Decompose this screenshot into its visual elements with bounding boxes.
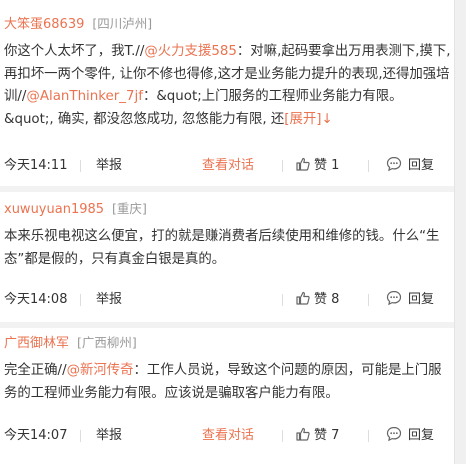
comment-header: 大笨蛋68639 四川泸州 xyxy=(4,15,152,34)
like-count: 赞 1 xyxy=(314,158,340,173)
comment-actions: 今天14:11 举报 查看对话 赞 1 回复 xyxy=(0,155,455,177)
thumbs-up-icon xyxy=(296,291,310,305)
like-button[interactable]: 赞 8 xyxy=(296,289,339,311)
comment-text: 本来乐视电视这么便宜，打的就是赚消费者后续使用和维修的钱。什么“生态”都是假的，… xyxy=(4,229,440,267)
chat-bubble-icon xyxy=(386,156,402,172)
like-button[interactable]: 赞 1 xyxy=(296,155,339,177)
like-count: 赞 7 xyxy=(314,428,340,443)
divider xyxy=(80,160,81,172)
mention-link[interactable]: @AlanThinker_7jf xyxy=(26,89,143,104)
divider xyxy=(80,294,81,306)
location-label: 重庆 xyxy=(112,201,147,216)
divider xyxy=(282,160,283,172)
scrollbar[interactable] xyxy=(454,0,466,464)
comment-item: xuwuyuan1985 重庆 本来乐视电视这么便宜，打的就是赚消费者后续使用和维… xyxy=(0,192,455,322)
comment-actions: 今天14:08 举报 赞 8 回复 xyxy=(0,289,455,311)
reply-button[interactable]: 回复 xyxy=(386,155,434,177)
comment-item: 广西御林军广西柳州 完全正确//@新河传奇：工作人员说，导致这个问题的原因，可能… xyxy=(0,328,455,464)
location-label: 四川泸州 xyxy=(92,16,152,31)
username-link[interactable]: 广西御林军 xyxy=(4,336,69,351)
thumbs-up-icon xyxy=(296,427,310,441)
comment-header: xuwuyuan1985 重庆 xyxy=(4,200,147,219)
mention-link[interactable]: @新河传奇 xyxy=(67,363,134,378)
divider xyxy=(368,294,369,306)
view-dialog-link[interactable]: 查看对话 xyxy=(202,155,254,177)
username-link[interactable]: xuwuyuan1985 xyxy=(4,202,104,217)
divider xyxy=(368,430,369,442)
reply-label: 回复 xyxy=(408,158,435,173)
reply-button[interactable]: 回复 xyxy=(386,425,434,447)
divider xyxy=(282,430,283,442)
expand-link[interactable]: [展开]↓ xyxy=(284,112,332,127)
username-link[interactable]: 大笨蛋68639 xyxy=(4,17,84,32)
like-count: 赞 8 xyxy=(314,292,340,307)
reply-label: 回复 xyxy=(408,292,435,307)
divider xyxy=(80,430,81,442)
comment-text: 你这个人太坏了，我T.//@火力支援585：对嘛,起码要拿出万用表测下,摸下,再… xyxy=(4,41,452,132)
comment-header: 广西御林军广西柳州 xyxy=(4,334,137,353)
report-button[interactable]: 举报 xyxy=(96,425,122,447)
report-button[interactable]: 举报 xyxy=(96,289,122,311)
comment-text: 完全正确//@新河传奇：工作人员说，导致这个问题的原因，可能是上门服务的工程师业… xyxy=(4,360,452,405)
comment-text-part: 完全正确// xyxy=(4,363,67,378)
location-label: 广西柳州 xyxy=(77,335,137,350)
thumbs-up-icon xyxy=(296,157,310,171)
chat-bubble-icon xyxy=(386,426,402,442)
divider xyxy=(368,160,369,172)
mention-link[interactable]: @火力支援585 xyxy=(144,44,237,59)
reply-label: 回复 xyxy=(408,428,435,443)
chat-bubble-icon xyxy=(386,290,402,306)
comment-item: 大笨蛋68639 四川泸州 你这个人太坏了，我T.//@火力支援585：对嘛,起码… xyxy=(0,0,455,186)
timestamp: 今天14:08 xyxy=(4,292,68,307)
like-button[interactable]: 赞 7 xyxy=(296,425,339,447)
comment-text-part: 你这个人太坏了，我T.// xyxy=(4,44,145,59)
view-dialog-link[interactable]: 查看对话 xyxy=(202,425,254,447)
timestamp: 今天14:11 xyxy=(4,158,68,173)
divider xyxy=(282,294,283,306)
timestamp: 今天14:07 xyxy=(4,428,68,443)
comment-actions: 今天14:07 举报 查看对话 赞 7 回复 xyxy=(0,425,455,447)
report-button[interactable]: 举报 xyxy=(96,155,122,177)
reply-button[interactable]: 回复 xyxy=(386,289,434,311)
